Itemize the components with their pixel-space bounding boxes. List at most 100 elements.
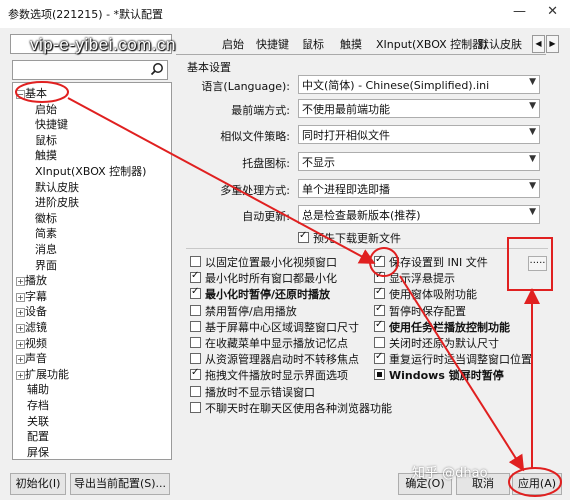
chevron-down-icon[interactable]: ▼ bbox=[529, 101, 536, 111]
tree-item[interactable]: 扩展功能 bbox=[25, 368, 69, 381]
setting-dropdown[interactable]: 单个进程即选即播 ▼ bbox=[298, 179, 540, 198]
checkbox-box[interactable] bbox=[190, 286, 201, 300]
tree-item[interactable]: 关联 bbox=[27, 415, 49, 428]
option-checkbox[interactable]: 使用任务栏播放控制功能 bbox=[374, 319, 510, 334]
option-checkbox[interactable]: 关闭时还原为默认尺寸 bbox=[374, 337, 499, 350]
setting-dropdown[interactable]: 中文(简体) - Chinese(Simplified).ini ▼ bbox=[298, 75, 540, 94]
checkbox-box[interactable] bbox=[374, 254, 385, 267]
tree-item[interactable]: XInput(XBOX 控制器) bbox=[35, 165, 146, 178]
option-checkbox[interactable]: 基于屏幕中心区域调整窗口尺寸 bbox=[190, 320, 359, 334]
option-checkbox[interactable]: 以固定位置最小化视频窗口 bbox=[190, 256, 337, 269]
option-checkbox[interactable]: 不聊天时在聊天区使用各种浏览器功能 bbox=[190, 401, 392, 415]
option-checkbox[interactable]: 播放时不显示错误窗口 bbox=[190, 385, 315, 399]
export-config-button[interactable]: 导出当前配置(S)... bbox=[70, 473, 170, 495]
option-checkbox[interactable]: 禁用暂停/启用播放 bbox=[190, 304, 297, 318]
tree-item[interactable]: 存档 bbox=[27, 399, 49, 412]
checkbox-box[interactable] bbox=[190, 320, 201, 332]
expand-icon[interactable]: + bbox=[16, 292, 25, 302]
checkbox-box[interactable] bbox=[374, 351, 385, 365]
setting-dropdown[interactable]: 不使用最前端功能 ▼ bbox=[298, 99, 540, 118]
ini-path-button[interactable]: ..... bbox=[528, 256, 547, 271]
collapse-icon[interactable]: − bbox=[16, 90, 25, 99]
tab-scroll-right-button[interactable]: ▶ bbox=[546, 35, 559, 53]
tree-item[interactable]: 播放 bbox=[25, 274, 47, 287]
checkbox-box[interactable] bbox=[190, 353, 201, 365]
tree-item[interactable]: 触摸 bbox=[35, 149, 57, 162]
tree-item[interactable]: 辅助 bbox=[27, 383, 49, 396]
option-checkbox[interactable]: 暂停时保存配置 bbox=[374, 303, 466, 318]
apply-button[interactable]: 应用(A) bbox=[512, 473, 562, 495]
expand-icon[interactable]: + bbox=[16, 308, 25, 318]
tree-item[interactable]: 进阶皮肤 bbox=[35, 196, 79, 209]
tree-item[interactable]: 基本 bbox=[25, 87, 47, 100]
checkbox-box[interactable] bbox=[374, 303, 385, 316]
tree-item[interactable]: 配置 bbox=[27, 430, 49, 443]
option-checkbox[interactable]: 在收藏菜单中显示播放记忆点 bbox=[190, 337, 348, 350]
tab-mouse[interactable]: 鼠标 bbox=[302, 36, 324, 52]
checkbox-box[interactable] bbox=[190, 401, 201, 413]
tree-item[interactable]: 字幕 bbox=[25, 290, 47, 303]
option-checkbox[interactable]: 拖拽文件播放时显示界面选项 bbox=[190, 367, 348, 382]
chevron-down-icon[interactable]: ▼ bbox=[529, 127, 536, 137]
tab-startup[interactable]: 启始 bbox=[222, 36, 244, 52]
tree-item[interactable]: 设备 bbox=[25, 305, 47, 318]
checkbox-box[interactable] bbox=[374, 286, 385, 300]
setting-label: 多重处理方式: bbox=[220, 184, 290, 197]
option-checkbox[interactable]: Windows 锁屏时暂停 bbox=[374, 369, 504, 382]
tree-item[interactable]: 屏保 bbox=[27, 446, 49, 459]
predownload-checkbox[interactable]: 预先下载更新文件 bbox=[298, 230, 401, 245]
expand-icon[interactable]: + bbox=[16, 370, 25, 380]
option-checkbox[interactable]: 最小化时所有窗口都最小化 bbox=[190, 270, 337, 285]
tree-item[interactable]: 启始 bbox=[35, 103, 57, 116]
search-icon[interactable] bbox=[150, 62, 164, 76]
checkbox-box[interactable] bbox=[298, 230, 309, 243]
tab-default-skin[interactable]: 默认皮肤 bbox=[478, 36, 522, 52]
tab-hotkeys[interactable]: 快捷键 bbox=[256, 36, 289, 52]
chevron-down-icon[interactable]: ▼ bbox=[529, 77, 536, 87]
chevron-down-icon[interactable]: ▼ bbox=[529, 154, 536, 164]
chevron-down-icon[interactable]: ▼ bbox=[529, 207, 536, 217]
checkbox-box[interactable] bbox=[374, 270, 385, 284]
checkbox-label: 显示浮悬提示 bbox=[389, 272, 455, 286]
option-checkbox[interactable]: 最小化时暂停/还原时播放 bbox=[190, 286, 330, 301]
option-checkbox[interactable]: 使用窗体吸附功能 bbox=[374, 286, 477, 301]
checkbox-box[interactable] bbox=[374, 337, 385, 348]
expand-icon[interactable]: + bbox=[16, 324, 25, 333]
checkbox-box[interactable] bbox=[190, 367, 201, 381]
checkbox-box[interactable] bbox=[190, 337, 201, 348]
expand-icon[interactable]: + bbox=[16, 339, 25, 349]
expand-icon[interactable]: + bbox=[16, 355, 25, 365]
search-input[interactable] bbox=[12, 60, 168, 80]
checkbox-box[interactable] bbox=[190, 304, 201, 316]
tree-item[interactable]: 界面 bbox=[35, 259, 57, 272]
minimize-button[interactable]: — bbox=[513, 4, 526, 19]
chevron-down-icon[interactable]: ▼ bbox=[529, 181, 536, 191]
tree-item[interactable]: 默认皮肤 bbox=[35, 181, 79, 194]
checkbox-box[interactable] bbox=[190, 385, 201, 397]
close-button[interactable]: ✕ bbox=[547, 4, 558, 19]
setting-dropdown[interactable]: 不显示 ▼ bbox=[298, 152, 540, 171]
tree-item[interactable]: 鼠标 bbox=[35, 134, 57, 147]
checkbox-box[interactable] bbox=[190, 256, 201, 267]
init-button[interactable]: 初始化(I) bbox=[10, 473, 66, 495]
tab-touch[interactable]: 触摸 bbox=[340, 36, 362, 52]
expand-icon[interactable]: + bbox=[16, 277, 25, 287]
tree-item[interactable]: 消息 bbox=[35, 243, 57, 256]
setting-dropdown[interactable]: 同时打开相似文件 ▼ bbox=[298, 125, 540, 144]
tab-scroll-left-button[interactable]: ◀ bbox=[532, 35, 545, 53]
option-checkbox[interactable]: 显示浮悬提示 bbox=[374, 270, 455, 286]
tab-xinput[interactable]: XInput(XBOX 控制器) bbox=[376, 36, 487, 52]
option-checkbox[interactable]: 重复运行时适当调整窗口位置 bbox=[374, 351, 532, 366]
checkbox-box[interactable] bbox=[190, 270, 201, 284]
tree-item[interactable]: 滤镜 bbox=[25, 321, 47, 334]
option-checkbox[interactable]: 保存设置到 INI 文件 bbox=[374, 254, 488, 269]
setting-dropdown[interactable]: 总是检查最新版本(推荐) ▼ bbox=[298, 205, 540, 224]
checkbox-box[interactable] bbox=[374, 319, 385, 332]
tree-item[interactable]: 快捷键 bbox=[35, 118, 68, 131]
checkbox-box[interactable] bbox=[374, 369, 385, 381]
tree-item[interactable]: 声音 bbox=[25, 352, 47, 365]
tree-item[interactable]: 视频 bbox=[25, 337, 47, 350]
tree-item[interactable]: 简素 bbox=[35, 227, 57, 240]
option-checkbox[interactable]: 从资源管理器启动时不转移焦点 bbox=[190, 353, 359, 366]
tree-item[interactable]: 徽标 bbox=[35, 212, 57, 225]
